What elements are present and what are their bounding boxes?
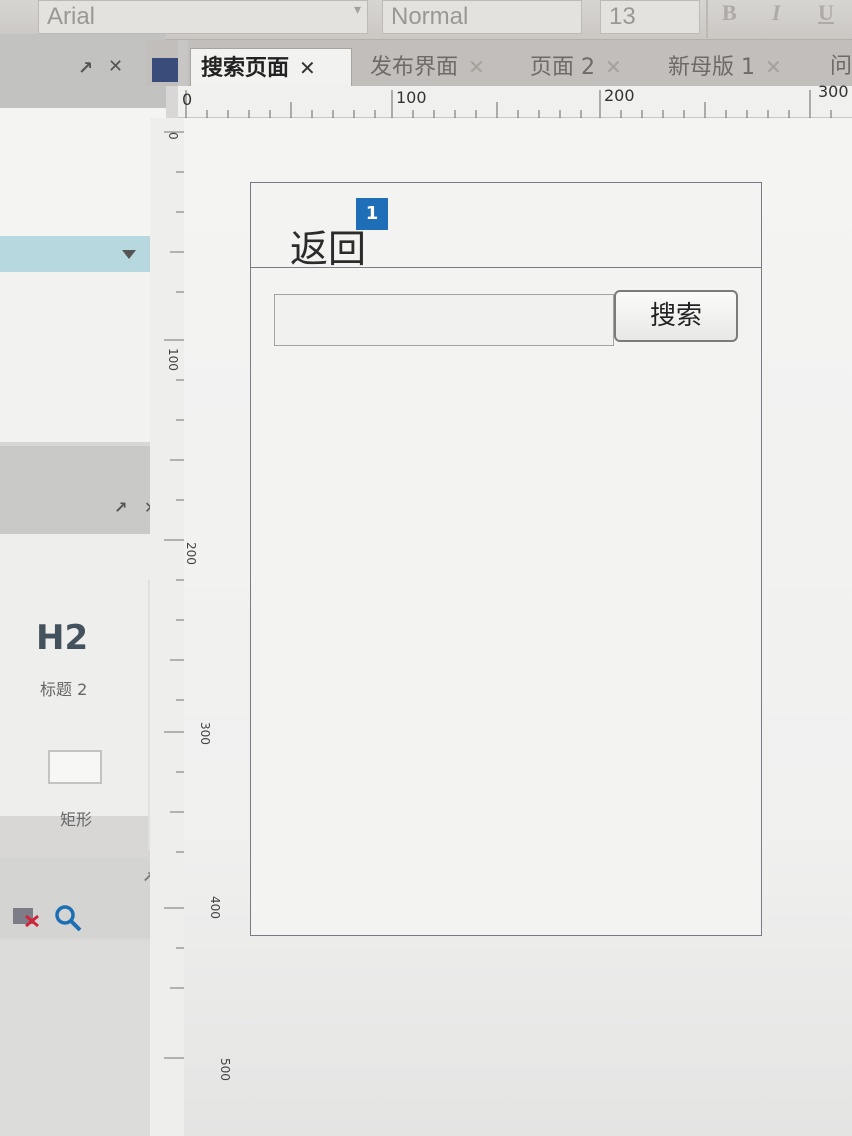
widget-heading2-label: 标题 2 <box>40 680 88 699</box>
pin-icon[interactable]: ↗ <box>78 58 93 79</box>
footnote-badge: 1 <box>356 198 388 230</box>
underline-button[interactable]: U <box>818 0 834 26</box>
ruler-label: 300 <box>198 722 212 745</box>
ruler-label: 500 <box>218 1058 232 1081</box>
pages-panel-body <box>0 108 166 236</box>
close-icon[interactable]: ✕ <box>765 55 782 79</box>
widget-rectangle-label: 矩形 <box>60 810 93 829</box>
ruler-ticks <box>164 131 184 1059</box>
tab-label: 新母版 1 <box>668 55 755 80</box>
tab-more[interactable]: 问 <box>820 48 852 86</box>
font-size-value: 13 <box>609 3 636 30</box>
close-icon[interactable]: ✕ <box>108 56 123 77</box>
font-family-value: Arial <box>47 3 96 30</box>
horizontal-ruler: 0 100 200 300 <box>178 82 852 118</box>
vertical-ruler: 0 100 200 300 400 500 <box>150 118 232 1136</box>
ruler-label: 100 <box>166 348 180 371</box>
ruler-label: 400 <box>208 896 222 919</box>
ruler-label: 100 <box>396 88 427 107</box>
tab-label: 问 <box>830 54 852 79</box>
close-icon[interactable]: ✕ <box>468 55 485 79</box>
filter-icon[interactable] <box>12 906 40 928</box>
close-icon[interactable]: ✕ <box>299 56 316 80</box>
italic-button[interactable]: I <box>772 0 781 26</box>
search-button[interactable]: 搜索 <box>614 290 738 342</box>
ruler-label: 300 <box>818 82 849 101</box>
tab-publish-page[interactable]: 发布界面 ✕ <box>360 48 510 86</box>
widget-heading2-icon[interactable]: H2 <box>36 618 88 658</box>
style-select[interactable]: Normal <box>382 0 582 34</box>
chevron-down-icon[interactable] <box>122 250 136 259</box>
back-link[interactable]: 返回 <box>290 218 366 273</box>
tab-search-page[interactable]: 搜索页面 ✕ <box>190 48 352 86</box>
ruler-label: 200 <box>604 86 635 105</box>
pin-icon[interactable]: ↗ <box>114 498 127 517</box>
ruler-label: 0 <box>182 90 193 109</box>
tab-label: 页面 2 <box>530 55 595 80</box>
ruler-label: 200 <box>184 542 198 565</box>
widget-rectangle-icon[interactable] <box>48 750 102 784</box>
ruler-ticks <box>185 90 832 118</box>
widget-list <box>0 272 166 442</box>
tab-label: 发布界面 <box>370 55 459 80</box>
tab-page-2[interactable]: 页面 2 ✕ <box>520 48 650 86</box>
tab-new-master-1[interactable]: 新母版 1 ✕ <box>658 48 818 86</box>
close-icon[interactable]: ✕ <box>605 55 622 79</box>
chevron-down-icon: ▾ <box>354 2 362 18</box>
tab-label: 搜索页面 <box>201 56 290 81</box>
search-input[interactable] <box>274 294 614 346</box>
search-icon[interactable] <box>52 902 84 934</box>
style-value: Normal <box>391 3 469 30</box>
bold-button[interactable]: B <box>722 0 737 26</box>
font-family-select[interactable]: Arial <box>38 0 368 34</box>
font-size-select[interactable]: 13 <box>600 0 700 34</box>
widgets-panel-header <box>0 446 172 534</box>
toolbar-divider <box>706 0 708 38</box>
ruler-label: 0 <box>166 132 180 140</box>
